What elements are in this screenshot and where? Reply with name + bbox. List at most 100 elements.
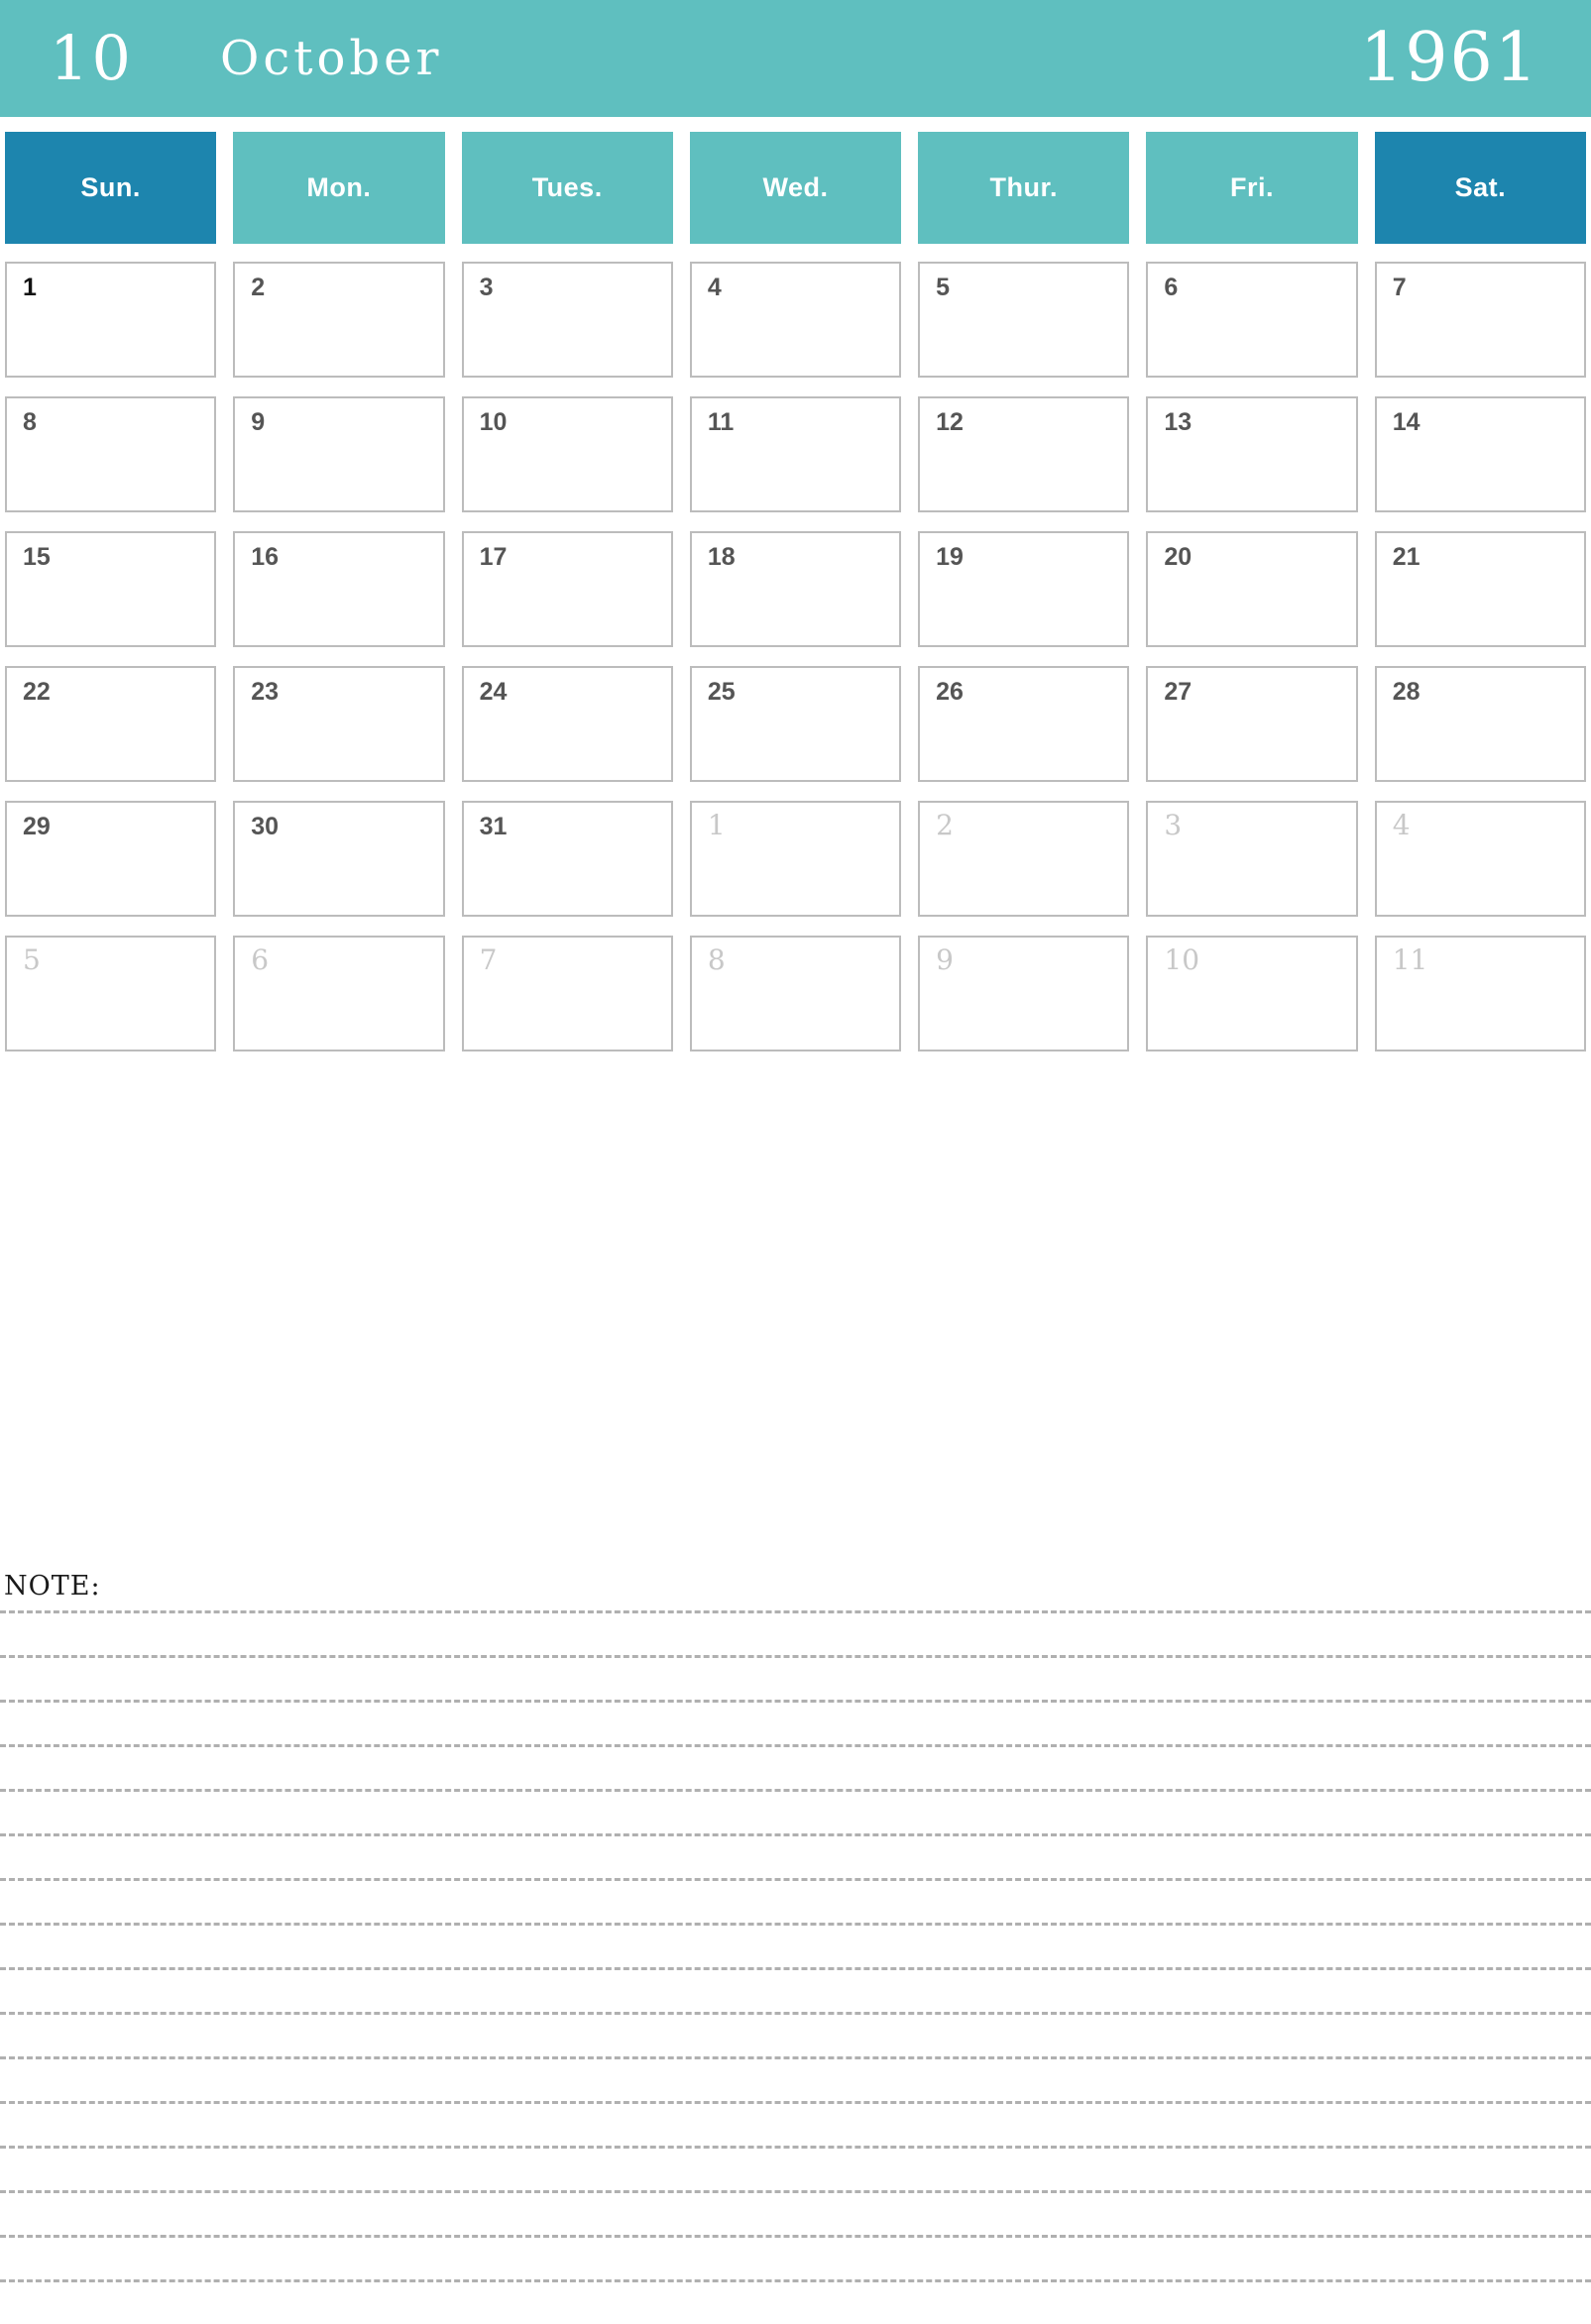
day-cell[interactable]: 14 (1374, 396, 1586, 512)
day-cell[interactable]: 6 (233, 936, 445, 1051)
day-number: 13 (1164, 408, 1193, 436)
weekday-header-tues: Tues. (461, 132, 673, 244)
day-cell[interactable]: 6 (1146, 262, 1358, 378)
weekday-header-fri: Fri. (1146, 132, 1358, 244)
day-cell[interactable]: 9 (233, 396, 445, 512)
day-number: 6 (251, 943, 270, 976)
weekday-header-sat: Sat. (1374, 132, 1586, 244)
calendar-masthead: 10 October 1961 (0, 0, 1591, 117)
note-line[interactable] (0, 2146, 1591, 2190)
day-cell[interactable]: 3 (461, 262, 673, 378)
day-number: 12 (936, 408, 964, 436)
day-number: 20 (1164, 543, 1193, 571)
note-line[interactable] (0, 2012, 1591, 2056)
day-cell[interactable]: 29 (5, 801, 217, 917)
day-number: 6 (1164, 274, 1179, 301)
note-line[interactable] (0, 1700, 1591, 1744)
day-cell[interactable]: 21 (1374, 531, 1586, 647)
day-cell[interactable]: 8 (689, 936, 902, 1051)
weekday-header-mon: Mon. (233, 132, 445, 244)
weekday-label: Wed. (762, 172, 829, 202)
day-cell[interactable]: 5 (5, 936, 217, 1051)
day-number: 26 (936, 678, 964, 706)
weekday-header-row: Sun. Mon. Tues. Wed. Thur. Fri. Sat. (5, 132, 1586, 244)
day-cell[interactable]: 26 (918, 666, 1130, 782)
day-cell[interactable]: 1 (5, 262, 217, 378)
day-cell[interactable]: 31 (461, 801, 673, 917)
day-cell[interactable]: 20 (1146, 531, 1358, 647)
day-cell[interactable]: 7 (1374, 262, 1586, 378)
day-cell[interactable]: 16 (233, 531, 445, 647)
note-line[interactable] (0, 1655, 1591, 1700)
day-number: 18 (707, 543, 736, 571)
day-cell[interactable]: 9 (918, 936, 1130, 1051)
day-cell[interactable]: 7 (461, 936, 673, 1051)
day-cell[interactable]: 5 (918, 262, 1130, 378)
day-number: 9 (251, 408, 266, 436)
day-number: 4 (707, 274, 722, 301)
day-cell[interactable]: 23 (233, 666, 445, 782)
day-number: 21 (1392, 543, 1421, 571)
note-line[interactable] (0, 1789, 1591, 1833)
day-number: 30 (251, 813, 280, 840)
day-cell[interactable]: 18 (689, 531, 902, 647)
day-cell[interactable]: 17 (461, 531, 673, 647)
day-cell[interactable]: 11 (1374, 936, 1586, 1051)
day-cell[interactable]: 30 (233, 801, 445, 917)
day-number: 23 (251, 678, 280, 706)
note-line[interactable] (0, 1833, 1591, 1878)
day-number: 11 (707, 408, 735, 436)
note-line[interactable] (0, 2190, 1591, 2235)
day-cell[interactable]: 15 (5, 531, 217, 647)
day-cell[interactable]: 22 (5, 666, 217, 782)
day-number: 31 (479, 813, 508, 840)
masthead-month-number: 10 (50, 22, 134, 94)
weekday-label: Tues. (531, 172, 603, 202)
masthead-month-name: October (220, 31, 443, 86)
day-number: 11 (1392, 943, 1428, 976)
day-cell[interactable]: 2 (918, 801, 1130, 917)
day-number: 5 (23, 943, 41, 976)
calendar-week-row: 29 30 31 1 2 3 4 (5, 801, 1586, 917)
day-cell[interactable]: 25 (689, 666, 902, 782)
day-number: 8 (707, 943, 726, 976)
weekday-label: Fri. (1230, 172, 1275, 202)
day-cell[interactable]: 4 (689, 262, 902, 378)
note-line[interactable] (0, 2056, 1591, 2101)
day-number: 10 (479, 408, 508, 436)
day-number: 1 (707, 809, 726, 841)
note-line[interactable] (0, 2101, 1591, 2146)
note-line[interactable] (0, 1610, 1591, 1655)
calendar-week-row: 15 16 17 18 19 20 21 (5, 531, 1586, 647)
calendar-grid: Sun. Mon. Tues. Wed. Thur. Fri. Sat. 123456789… (5, 132, 1586, 1070)
day-cell[interactable]: 10 (1146, 936, 1358, 1051)
note-label: NOTE: (4, 1571, 101, 1602)
day-number: 7 (479, 943, 498, 976)
day-cell[interactable]: 4 (1374, 801, 1586, 917)
day-number: 1 (23, 274, 37, 301)
day-cell[interactable]: 1 (689, 801, 902, 917)
day-cell[interactable]: 13 (1146, 396, 1358, 512)
weekday-header-wed: Wed. (689, 132, 902, 244)
day-number: 9 (936, 943, 954, 976)
day-cell[interactable]: 28 (1374, 666, 1586, 782)
day-cell[interactable]: 24 (461, 666, 673, 782)
note-line[interactable] (0, 1878, 1591, 1923)
day-cell[interactable]: 27 (1146, 666, 1358, 782)
note-writing-lines[interactable] (0, 1610, 1591, 2324)
note-line[interactable] (0, 1923, 1591, 1967)
weekday-label: Sun. (80, 172, 141, 202)
day-cell[interactable]: 3 (1146, 801, 1358, 917)
day-cell[interactable]: 2 (233, 262, 445, 378)
day-cell[interactable]: 8 (5, 396, 217, 512)
note-line[interactable] (0, 1744, 1591, 1789)
day-cell[interactable]: 19 (918, 531, 1130, 647)
weekday-label: Mon. (306, 172, 372, 202)
day-cell[interactable]: 12 (918, 396, 1130, 512)
note-line[interactable] (0, 1967, 1591, 2012)
day-cell[interactable]: 10 (461, 396, 673, 512)
day-cell[interactable]: 11 (689, 396, 902, 512)
day-number: 22 (23, 678, 51, 706)
note-line[interactable] (0, 2235, 1591, 2279)
day-number: 2 (936, 809, 954, 841)
